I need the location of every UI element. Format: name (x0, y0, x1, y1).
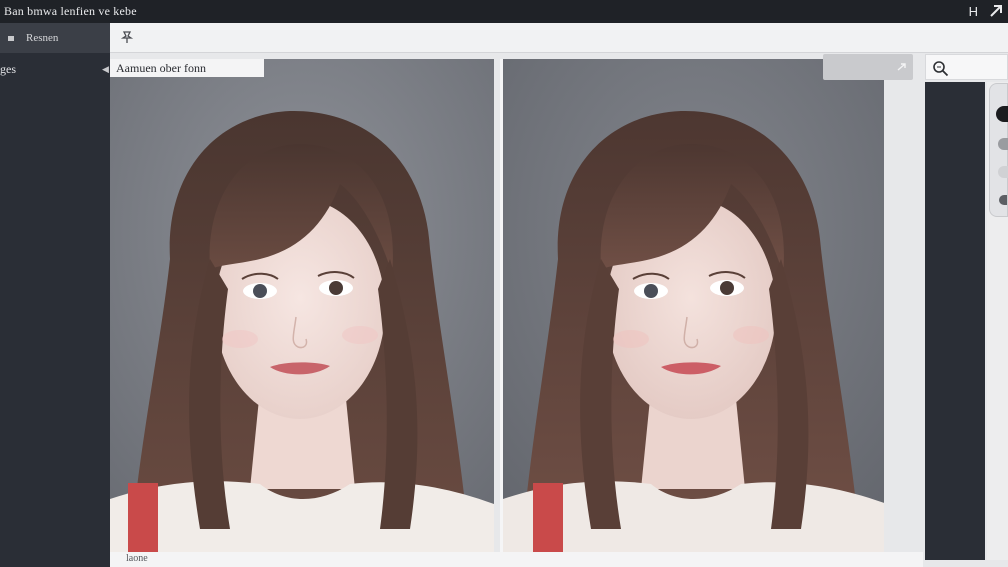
portrait-image-edited (503, 59, 884, 552)
arrow-icon[interactable] (988, 2, 1004, 20)
tool-button[interactable] (999, 195, 1007, 205)
title-bar: Ban bmwa lenfien ve kebe H (0, 0, 1008, 23)
search-input[interactable] (925, 54, 1008, 80)
sidebar-item[interactable]: ges ◀ (0, 61, 110, 79)
pin-tool-icon[interactable] (120, 30, 134, 44)
image-caption-text: Aamuen ober fonn (116, 61, 206, 75)
image-caption: Aamuen ober fonn (110, 59, 264, 77)
tool-button[interactable] (996, 106, 1008, 122)
sidebar-item-label: ges (0, 62, 16, 76)
tool-button[interactable] (998, 138, 1008, 150)
workspace: Aamuen ober fonn laone (110, 23, 1008, 567)
tool-strip[interactable] (989, 83, 1008, 217)
square-icon (8, 36, 14, 41)
status-text: laone (126, 553, 148, 564)
chevron-left-icon[interactable]: ◀ (102, 64, 109, 75)
properties-panel (925, 82, 985, 560)
titlebar-button[interactable]: H (969, 4, 978, 19)
portrait-image (110, 59, 494, 552)
search-icon[interactable] (932, 60, 949, 77)
chevron-icon (897, 63, 906, 71)
status-bar: laone (110, 552, 923, 567)
right-image-panel[interactable] (500, 59, 884, 552)
sidebar-header[interactable]: Resnen (0, 23, 110, 53)
toolbar (110, 23, 1008, 53)
window-title: Ban bmwa lenfien ve kebe (4, 4, 137, 18)
sidebar-header-label: Resnen (26, 32, 59, 44)
left-image-panel[interactable]: Aamuen ober fonn (110, 59, 494, 552)
view-dropdown[interactable] (823, 54, 913, 80)
sidebar: Resnen ges ◀ (0, 23, 110, 567)
tool-button[interactable] (998, 166, 1008, 178)
